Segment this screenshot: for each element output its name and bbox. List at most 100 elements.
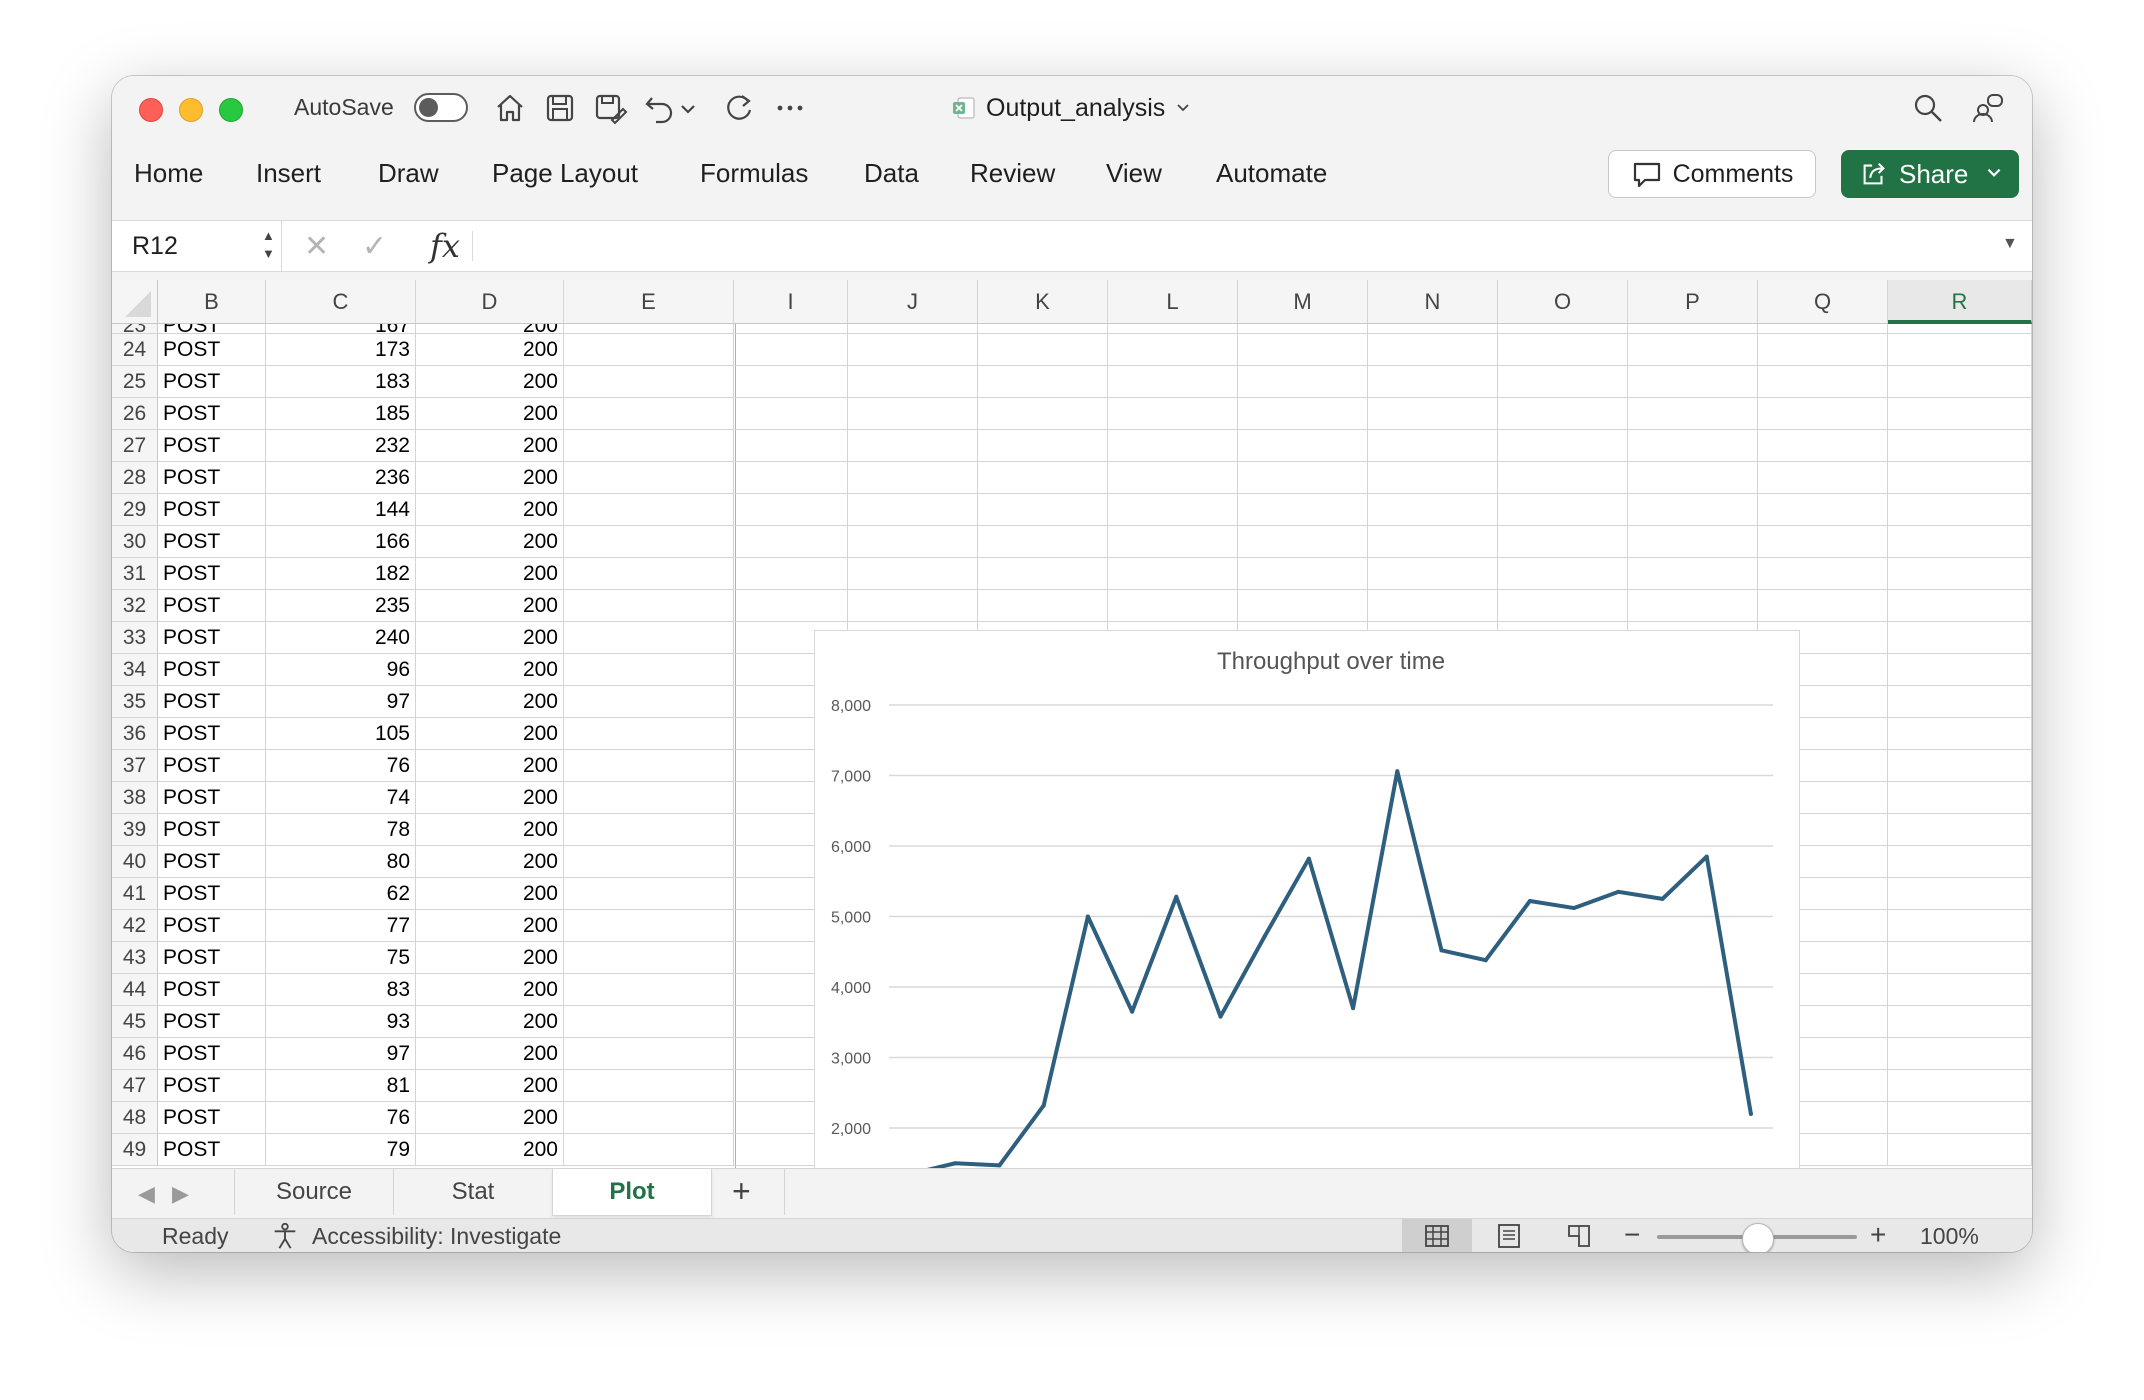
cell-empty[interactable] [848,398,978,430]
column-header-b[interactable]: B [158,280,266,324]
cell-empty[interactable] [1368,526,1498,558]
cell-empty[interactable] [1888,558,2032,590]
cell-empty[interactable] [564,686,734,718]
column-header-e[interactable]: E [564,280,734,324]
cell-empty[interactable] [734,558,848,590]
cell-empty[interactable] [1888,782,2032,814]
row-header[interactable]: 39 [112,814,158,846]
cell-method[interactable]: POST [158,462,266,494]
cell-empty[interactable] [978,590,1108,622]
cell-method[interactable]: POST [158,366,266,398]
cell-empty[interactable] [848,558,978,590]
cell-empty[interactable] [1758,462,1888,494]
cell-empty[interactable] [1888,942,2032,974]
cell-empty[interactable] [978,430,1108,462]
cell-empty[interactable] [1628,324,1758,334]
row-header[interactable]: 29 [112,494,158,526]
home-icon[interactable] [492,90,528,126]
cell-empty[interactable] [734,462,848,494]
cell-empty[interactable] [564,654,734,686]
cell-empty[interactable] [1628,558,1758,590]
cell-empty[interactable] [978,366,1108,398]
cell-empty[interactable] [1628,526,1758,558]
row-header[interactable]: 37 [112,750,158,782]
cell-method[interactable]: POST [158,324,266,334]
cell-empty[interactable] [1888,324,2032,334]
cell-value[interactable]: 97 [266,686,416,718]
cell-value[interactable]: 83 [266,974,416,1006]
cell-method[interactable]: POST [158,942,266,974]
cell-empty[interactable] [564,462,734,494]
cell-empty[interactable] [1368,334,1498,366]
column-header-r[interactable]: R [1888,280,2032,324]
row-header[interactable]: 24 [112,334,158,366]
tab-automate[interactable]: Automate [1216,158,1327,189]
row-header[interactable]: 30 [112,526,158,558]
row-header[interactable]: 33 [112,622,158,654]
cell-method[interactable]: POST [158,590,266,622]
cell-method[interactable]: POST [158,1006,266,1038]
cell-empty[interactable] [848,526,978,558]
row-header[interactable]: 26 [112,398,158,430]
page-break-view-button[interactable] [1544,1219,1614,1252]
next-sheet-icon[interactable]: ▶ [172,1181,189,1207]
cell-empty[interactable] [564,910,734,942]
cell-empty[interactable] [1758,398,1888,430]
cell-value[interactable]: 78 [266,814,416,846]
cell-value[interactable]: 183 [266,366,416,398]
save-icon[interactable] [542,90,578,126]
row-header[interactable]: 46 [112,1038,158,1070]
cell-empty[interactable] [1758,430,1888,462]
page-layout-view-button[interactable] [1474,1219,1544,1252]
cell-value[interactable]: 76 [266,1102,416,1134]
cell-empty[interactable] [1498,526,1628,558]
spreadsheet-grid[interactable]: BCDEIJKLMNOPQR23POST16720024POST17320025… [112,280,2032,1168]
cell-empty[interactable] [1368,324,1498,334]
cell-empty[interactable] [734,324,848,334]
cell-empty[interactable] [1498,334,1628,366]
minimize-window-button[interactable] [179,98,203,122]
cell-empty[interactable] [1888,718,2032,750]
cell-value[interactable]: 232 [266,430,416,462]
tab-page-layout[interactable]: Page Layout [492,158,638,189]
cell-empty[interactable] [1758,334,1888,366]
row-header[interactable]: 49 [112,1134,158,1166]
cell-empty[interactable] [564,334,734,366]
cell-empty[interactable] [1888,622,2032,654]
cell-value[interactable]: 235 [266,590,416,622]
cell-empty[interactable] [1888,1102,2032,1134]
tab-review[interactable]: Review [970,158,1055,189]
cell-empty[interactable] [1238,558,1368,590]
cell-empty[interactable] [734,494,848,526]
cell-empty[interactable] [1888,1134,2032,1166]
cell-empty[interactable] [1628,590,1758,622]
tab-home[interactable]: Home [134,158,203,189]
cell-status[interactable]: 200 [416,1006,564,1038]
sheet-tab-stat[interactable]: Stat [394,1169,553,1215]
cell-empty[interactable] [978,494,1108,526]
zoom-level[interactable]: 100% [1920,1223,1979,1250]
cell-empty[interactable] [734,430,848,462]
cell-empty[interactable] [1888,462,2032,494]
cell-value[interactable]: 185 [266,398,416,430]
cell-status[interactable]: 200 [416,334,564,366]
cell-method[interactable]: POST [158,334,266,366]
row-header[interactable]: 48 [112,1102,158,1134]
cell-value[interactable]: 96 [266,654,416,686]
row-header[interactable]: 41 [112,878,158,910]
cell-empty[interactable] [564,1038,734,1070]
name-box[interactable]: R12 ▲ ▼ [112,221,282,271]
cell-empty[interactable] [978,398,1108,430]
cell-value[interactable]: 144 [266,494,416,526]
cell-method[interactable]: POST [158,878,266,910]
expand-formula-icon[interactable]: ▼ [2002,235,2018,253]
cell-empty[interactable] [564,494,734,526]
cell-empty[interactable] [1238,430,1368,462]
tab-formulas[interactable]: Formulas [700,158,808,189]
cell-status[interactable]: 200 [416,654,564,686]
tab-data[interactable]: Data [864,158,919,189]
column-header-n[interactable]: N [1368,280,1498,324]
cell-value[interactable]: 240 [266,622,416,654]
chart[interactable]: Throughput over time01,0002,0003,0004,00… [814,630,1800,1168]
cell-status[interactable]: 200 [416,1070,564,1102]
